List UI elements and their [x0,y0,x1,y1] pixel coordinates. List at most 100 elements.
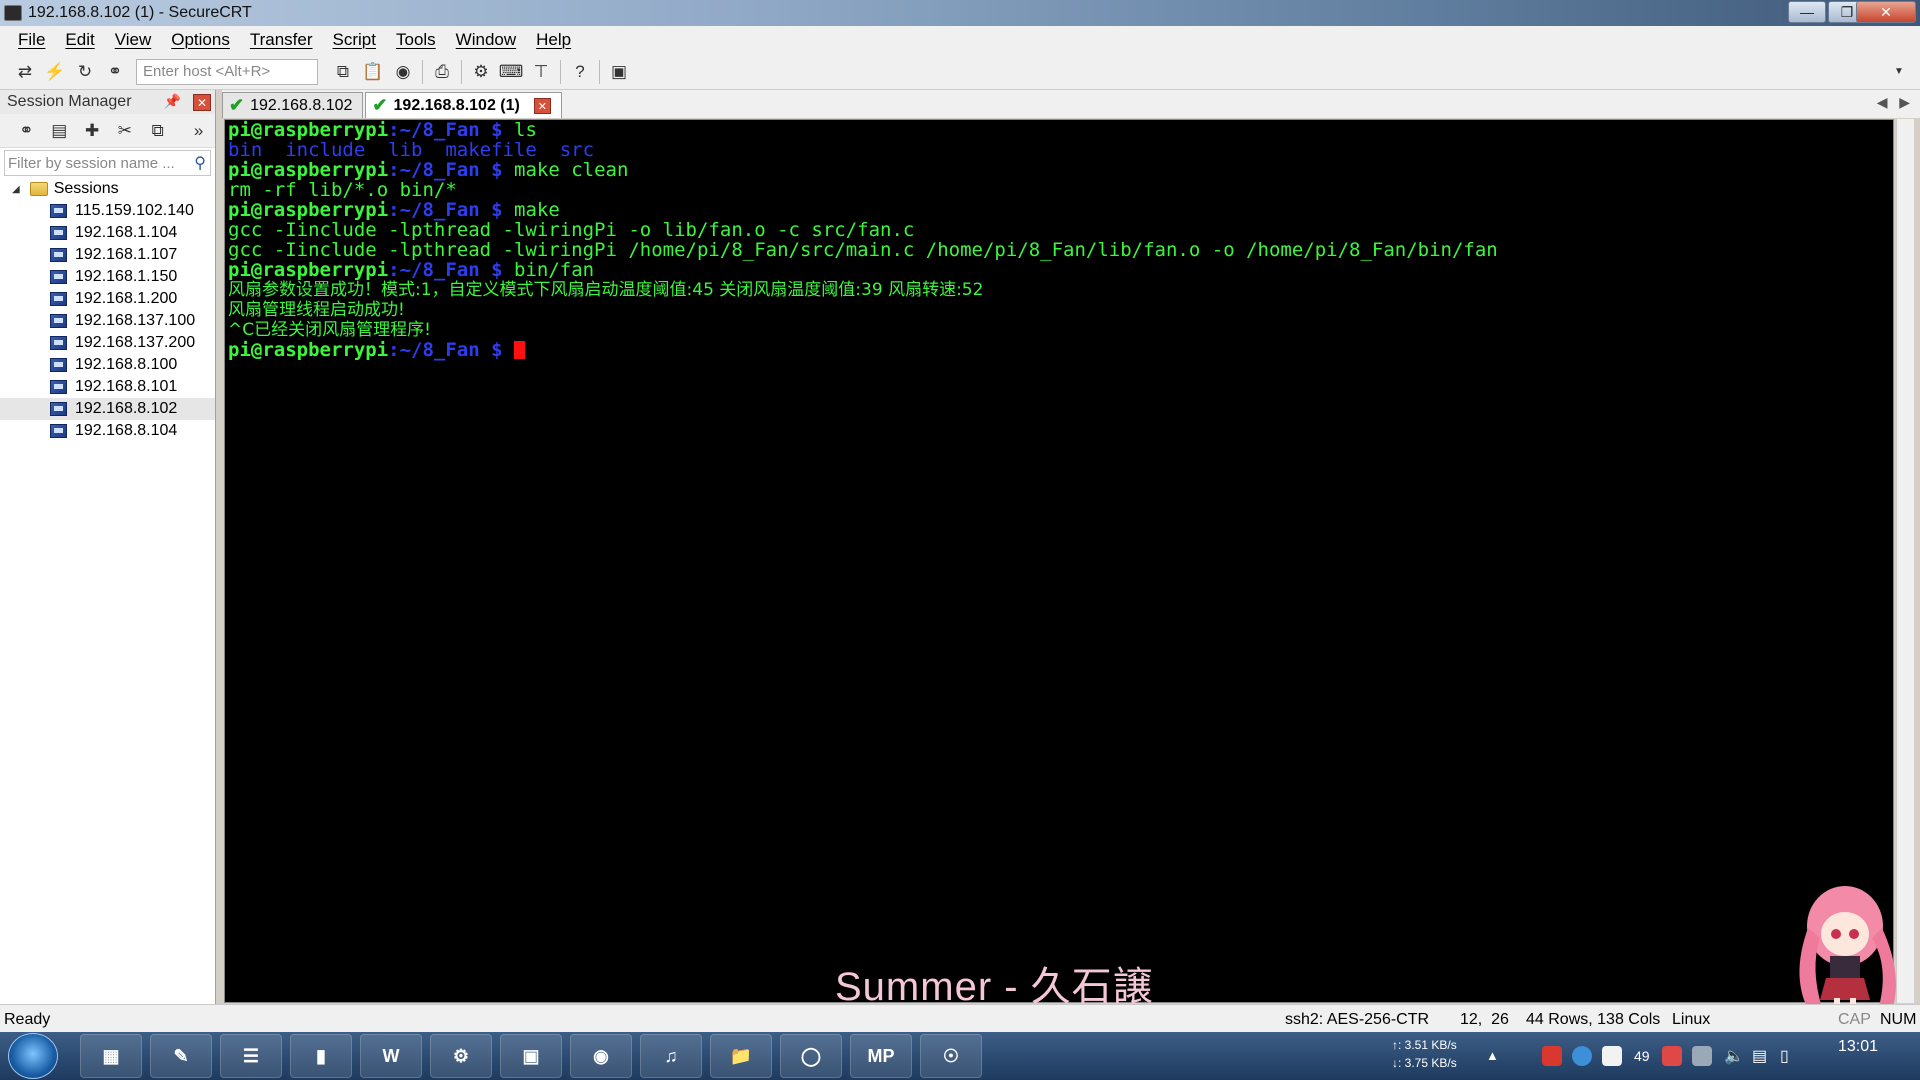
system-clock[interactable]: 13:01 [1838,1038,1878,1056]
menu-help[interactable]: Help [536,30,571,50]
notepad-icon[interactable]: ✎ [150,1034,212,1078]
start-button[interactable] [8,1033,58,1079]
search-icon[interactable]: ⚲ [194,153,206,173]
toolbar: ⇄ ⚡ ↻ ⚭ Enter host <Alt+R> ⧉ 📋 ◉ ⎙ ⚙ ⌨ ⊤… [0,54,1920,90]
editor-icon[interactable]: ☰ [220,1034,282,1078]
v-tray-icon[interactable] [1602,1046,1622,1066]
menu-view[interactable]: View [115,30,152,50]
terminal-screen[interactable]: pi@raspberrypi:~/8_Fan $ ls bin include … [224,119,1894,1003]
cmd-icon[interactable]: ▮ [290,1034,352,1078]
prompt-user: pi@raspberrypi [228,119,389,141]
session-item[interactable]: 192.168.8.101 [0,376,215,398]
terminal-line: pi@raspberrypi:~/8_Fan $ make clean [228,160,1890,180]
session-item[interactable]: 192.168.1.150 [0,266,215,288]
link-icon[interactable]: ⚭ [104,60,126,84]
screen-icon[interactable]: ▣ [608,60,630,84]
session-item[interactable]: 192.168.137.100 [0,310,215,332]
pin-icon[interactable]: 📌 [164,93,181,110]
network-tool-icon[interactable]: ⚙ [430,1034,492,1078]
menu-options[interactable]: Options [171,30,230,50]
close-panel-icon[interactable]: ✕ [193,94,211,111]
show-hidden-icons[interactable]: ▲ [1486,1048,1499,1063]
prompt-path: :~/8_Fan $ [388,339,514,361]
opencv-icon[interactable]: ☉ [920,1034,982,1078]
cut-icon[interactable]: ✂ [114,119,135,143]
connected-check-icon: ✔ [229,95,245,115]
close-button[interactable]: ✕ [1856,1,1916,23]
menu-edit[interactable]: Edit [65,30,94,50]
find-icon[interactable]: ◉ [392,60,414,84]
quick-connect-icon[interactable]: ⚡ [44,60,66,84]
tray-counter: 49 [1634,1048,1650,1064]
command-output: ^C已经关闭风扇管理程序! [228,320,431,340]
copy-session-icon[interactable]: ⧉ [147,119,168,143]
status-num: NUM [1880,1011,1917,1028]
session-item[interactable]: 192.168.8.104 [0,420,215,442]
more-icon[interactable]: » [188,119,209,143]
command-output: gcc -Iinclude -lpthread -lwiringPi -o li… [228,219,915,241]
menu-transfer[interactable]: Transfer [250,30,313,50]
terminal-cursor [514,341,525,359]
reconnect-icon[interactable]: ↻ [74,60,96,84]
mp-icon[interactable]: MP [850,1034,912,1078]
word-icon[interactable]: W [360,1034,422,1078]
minimize-button[interactable]: — [1788,1,1826,23]
menu-window[interactable]: Window [456,30,516,50]
filter-placeholder: Filter by session name ... [8,154,175,172]
window-title: 192.168.8.102 (1) - SecureCRT [28,4,252,21]
session-filter-input[interactable]: Filter by session name ... ⚲ [4,150,211,176]
battery-icon[interactable]: ▯ [1780,1046,1789,1066]
session-icon [50,380,67,394]
menu-tools[interactable]: Tools [396,30,436,50]
command-output: rm -rf lib/*.o bin/* [228,179,457,201]
session-window-icon[interactable]: ▤ [49,119,70,143]
session-icon [50,248,67,262]
copy-icon[interactable]: ⧉ [332,60,354,84]
prompt-path: :~/8_Fan $ [388,259,514,281]
paste-icon[interactable]: 📋 [362,60,384,84]
help-icon[interactable]: ? [569,60,591,84]
browser-tray-icon[interactable] [1572,1046,1592,1066]
menu-file[interactable]: File [18,30,45,50]
prompt-user: pi@raspberrypi [228,199,389,221]
tab-session-1[interactable]: ✔ 192.168.8.102 [222,92,364,118]
session-item[interactable]: 192.168.137.200 [0,332,215,354]
keymap-icon[interactable]: ⌨ [499,60,524,84]
securecrt-task-icon[interactable]: ▣ [500,1034,562,1078]
netease-tray-icon[interactable] [1542,1046,1562,1066]
netease-music-icon[interactable]: ♫ [640,1034,702,1078]
session-item[interactable]: 192.168.1.107 [0,244,215,266]
calculator-icon[interactable]: ▦ [80,1034,142,1078]
tab-label: 192.168.8.102 (1) [393,96,520,114]
signal-icon[interactable]: ▤ [1752,1046,1767,1066]
prompt-user: pi@raspberrypi [228,159,389,181]
toolbar-overflow-icon[interactable]: ▼ [1888,60,1910,84]
volume-icon[interactable]: 🔈 [1724,1046,1744,1066]
print-icon[interactable]: ⎙ [431,60,453,84]
title-bar: 192.168.8.102 (1) - SecureCRT — ❐ ✕ [0,0,1920,26]
close-tab-icon[interactable]: ✕ [533,97,551,114]
network-tray-icon[interactable] [1692,1046,1712,1066]
command-text: bin/fan [514,259,595,281]
session-item-selected[interactable]: 192.168.8.102 [0,398,215,420]
tab-session-2[interactable]: ✔ 192.168.8.102 (1) ✕ [365,92,562,118]
sessions-folder[interactable]: ◢ Sessions [0,178,215,200]
collapse-icon[interactable]: ◢ [12,184,20,195]
file-explorer-icon[interactable]: 📁 [710,1034,772,1078]
sftp-icon[interactable]: ⊤ [530,60,552,84]
session-item[interactable]: 192.168.8.100 [0,354,215,376]
enter-host-input[interactable]: Enter host <Alt+R> [136,58,318,85]
tab-scroll-arrows[interactable]: ◀ ▶ [1877,94,1910,111]
session-item[interactable]: 115.159.102.140 [0,200,215,222]
gear-icon[interactable]: ⚙ [470,60,492,84]
menu-script[interactable]: Script [333,30,376,50]
connect-icon[interactable]: ⇄ [14,60,36,84]
session-item[interactable]: 192.168.1.200 [0,288,215,310]
wechat-icon[interactable]: ◯ [780,1034,842,1078]
add-session-icon[interactable]: ✚ [82,119,103,143]
session-item[interactable]: 192.168.1.104 [0,222,215,244]
chrome-icon[interactable]: ◉ [570,1034,632,1078]
ls-output: bin include lib makefile src [228,139,595,161]
connect-session-icon[interactable]: ⚭ [16,119,37,143]
antivirus-tray-icon[interactable] [1662,1046,1682,1066]
